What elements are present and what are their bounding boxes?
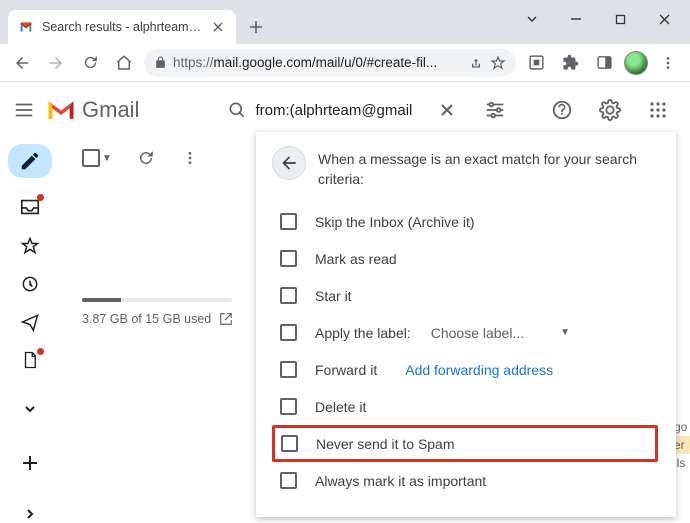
filter-option-6[interactable]: Never send it to Spam [272,425,658,462]
clear-search-icon[interactable] [429,92,465,128]
left-rail [0,138,60,523]
back-button[interactable] [272,146,306,180]
compose-button[interactable] [8,144,52,178]
filter-option-7[interactable]: Always mark it as important [272,462,658,499]
extension-a-icon[interactable] [522,49,550,77]
expand-icon[interactable] [18,400,42,418]
nav-home-icon[interactable] [110,49,138,77]
filter-checkbox[interactable] [280,472,297,489]
choose-label-dropdown[interactable]: Choose label... [431,325,524,341]
profile-avatar[interactable] [624,51,648,75]
window-dropdown-icon[interactable] [510,4,554,34]
inbox-icon[interactable] [18,196,42,218]
snoozed-icon[interactable] [18,274,42,294]
open-storage-icon[interactable] [219,312,233,326]
storage-text: 3.87 GB of 15 GB used [82,312,211,326]
filter-checkbox[interactable] [280,250,297,267]
filter-option-label: Skip the Inbox (Archive it) [315,214,475,230]
main-menu-icon[interactable] [12,98,36,122]
collapse-icon[interactable] [18,505,42,523]
filter-checkbox[interactable] [280,287,297,304]
address-bar[interactable]: https://mail.google.com/mail/u/0/#create… [144,49,516,77]
window-close-icon[interactable] [642,4,686,34]
gmail-favicon [18,19,34,35]
filter-option-label: Always mark it as important [315,473,486,489]
tab-title: Search results - alphrteam@gmai... [42,20,202,34]
filter-option-2[interactable]: Star it [272,277,658,314]
nav-back-icon[interactable] [8,49,36,77]
star-icon[interactable] [490,55,506,71]
filter-option-label: Forward it [315,362,377,378]
sent-icon[interactable] [18,312,42,332]
share-icon[interactable] [468,55,484,71]
chevron-down-icon[interactable]: ▼ [560,327,570,338]
obscured-content: go er ils [674,418,690,472]
search-box[interactable]: from:(alphrteam@gmail [213,87,471,133]
gmail-logo-text: Gmail [82,97,139,123]
tab-close-icon[interactable] [210,19,226,35]
starred-icon[interactable] [18,236,42,256]
window-minimize-icon[interactable] [554,4,598,34]
select-dropdown-icon[interactable]: ▼ [102,153,112,164]
settings-icon[interactable] [590,90,630,130]
search-icon[interactable] [219,92,255,128]
window-maximize-icon[interactable] [598,4,642,34]
filter-checkbox[interactable] [280,398,297,415]
filter-option-label: Never send it to Spam [316,436,455,452]
search-options-icon[interactable] [475,90,515,130]
filter-option-1[interactable]: Mark as read [272,240,658,277]
filter-option-label: Delete it [315,399,366,415]
filter-checkbox[interactable] [280,324,297,341]
filter-option-0[interactable]: Skip the Inbox (Archive it) [272,203,658,240]
select-all-checkbox[interactable]: ▼ [82,149,112,167]
filter-option-label: Apply the label: [315,325,411,341]
drafts-icon[interactable] [18,350,42,370]
more-icon[interactable] [180,148,200,168]
filter-checkbox[interactable] [280,213,297,230]
search-input[interactable]: from:(alphrteam@gmail [255,102,429,119]
sidepanel-icon[interactable] [590,49,618,77]
filter-option-label: Star it [315,288,352,304]
add-forwarding-link[interactable]: Add forwarding address [405,362,553,378]
extensions-icon[interactable] [556,49,584,77]
new-label-icon[interactable] [18,454,42,472]
gmail-logo[interactable]: Gmail [46,97,139,123]
nav-forward-icon [42,49,70,77]
apps-icon[interactable] [638,90,678,130]
filter-heading: When a message is an exact match for you… [318,146,658,189]
refresh-icon[interactable] [136,148,156,168]
filter-option-3[interactable]: Apply the label: Choose label... ▼ [272,314,658,351]
filter-option-label: Mark as read [315,251,397,267]
filter-option-5[interactable]: Delete it [272,388,658,425]
nav-reload-icon[interactable] [76,49,104,77]
filter-option-4[interactable]: Forward it Add forwarding address [272,351,658,388]
support-icon[interactable] [542,90,582,130]
url-text: https://mail.google.com/mail/u/0/#create… [173,55,462,70]
chrome-menu-icon[interactable] [654,49,682,77]
new-tab-button[interactable] [242,13,270,41]
filter-checkbox[interactable] [281,435,298,452]
filter-checkbox[interactable] [280,361,297,378]
browser-tab[interactable]: Search results - alphrteam@gmai... [8,10,236,44]
lock-icon [154,56,167,69]
filter-panel: When a message is an exact match for you… [256,132,676,517]
